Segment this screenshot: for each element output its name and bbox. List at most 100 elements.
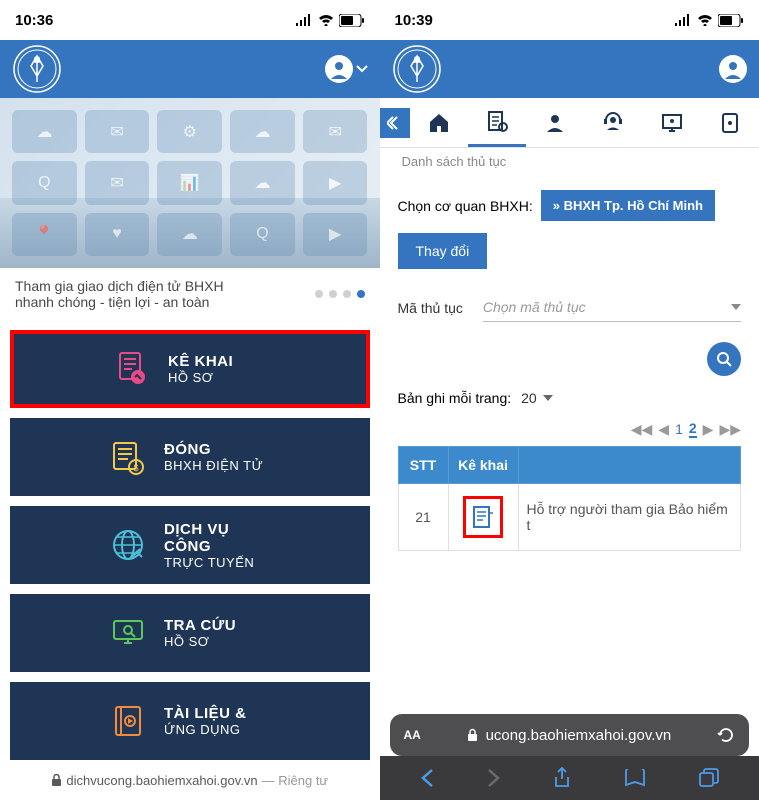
signal-icon (295, 14, 313, 26)
user-menu-button[interactable] (325, 55, 368, 83)
globe-icon (110, 527, 146, 563)
hero-line1: Tham gia giao dịch điện tử BHXH (15, 278, 224, 294)
pager-last[interactable]: ▶▶ (719, 421, 741, 438)
search-button[interactable] (707, 342, 741, 376)
nav-forward-icon[interactable] (487, 768, 501, 788)
pager-page-2[interactable]: 2 (689, 420, 697, 438)
procedures-table: STT Kê khai 21 Hỗ trợ người tham gia Bảo… (398, 446, 742, 551)
search-icon (716, 351, 732, 367)
tab-person[interactable] (526, 98, 584, 147)
carousel-dots[interactable] (315, 290, 365, 298)
declare-button[interactable] (463, 496, 503, 538)
user-icon (719, 55, 747, 83)
tile-tra-cuu[interactable]: TRA CỨUHỒ SƠ (10, 594, 370, 672)
bhxh-logo (392, 44, 442, 94)
monitor-icon (661, 112, 683, 134)
tab-support[interactable] (584, 98, 642, 147)
tab-bar (380, 98, 759, 148)
hero-line2: nhanh chóng - tiện lợi - an toàn (15, 294, 224, 310)
col-stt: STT (398, 447, 448, 484)
dropdown-icon (543, 395, 553, 401)
svg-text:$: $ (133, 463, 138, 473)
money-icon: $ (110, 439, 146, 475)
app-header (380, 40, 759, 98)
reload-icon[interactable] (717, 726, 735, 744)
tile-title: TRA CỨU (164, 617, 236, 634)
form-section: Chọn cơ quan BHXH: » BHXH Tp. Hồ Chí Min… (380, 175, 759, 566)
left-screen: 10:36 ☁✉⚙☁✉ Q✉📊☁▶ 📍♥☁Q▶ Tham gia giao dị… (0, 0, 380, 800)
pager-prev[interactable]: ◀ (658, 421, 669, 438)
lock-icon (51, 774, 62, 787)
tile-sub: BHXH ĐIỆN TỬ (164, 458, 263, 473)
tab-monitor[interactable] (643, 98, 701, 147)
tile-ke-khai[interactable]: KÊ KHAIHỒ SƠ (10, 330, 370, 408)
tab-home[interactable] (410, 98, 468, 147)
safari-toolbar (380, 756, 759, 800)
url-text: dichvucong.baohiemxahoi.gov.vn (66, 773, 257, 788)
wifi-icon (697, 14, 713, 26)
code-select[interactable]: Chọn mã thủ tục (483, 293, 741, 322)
tabs-icon[interactable] (699, 768, 719, 788)
status-bar: 10:36 (0, 0, 380, 40)
table-row: 21 Hỗ trợ người tham gia Bảo hiểm t (398, 484, 741, 551)
status-time: 10:36 (15, 12, 53, 29)
page-label: Bản ghi mỗi trang: (398, 390, 512, 406)
pager: ◀◀ ◀ 1 2 ▶ ▶▶ (398, 420, 742, 438)
hero-banner[interactable]: ☁✉⚙☁✉ Q✉📊☁▶ 📍♥☁Q▶ (0, 98, 380, 268)
document-icon (472, 505, 494, 529)
safari-url-bar[interactable]: AA ucong.baohiemxahoi.gov.vn (390, 714, 750, 756)
status-time: 10:39 (395, 12, 433, 29)
share-icon[interactable] (553, 767, 571, 789)
tile-tai-lieu[interactable]: TÀI LIỆU &ỨNG DỤNG (10, 682, 370, 760)
change-button[interactable]: Thay đổi (398, 233, 488, 269)
person-icon (544, 112, 566, 134)
code-placeholder: Chọn mã thủ tục (483, 299, 586, 315)
status-right (295, 14, 365, 27)
chevron-down-icon (356, 65, 368, 73)
cell-stt: 21 (398, 484, 448, 551)
tile-title: DỊCH VỤ CÔNG (164, 521, 270, 555)
tile-dong[interactable]: $ ĐÓNGBHXH ĐIỆN TỬ (10, 418, 370, 496)
tile-dich-vu[interactable]: DỊCH VỤ CÔNGTRỰC TUYẾN (10, 506, 370, 584)
url-priv: — Riêng tư (262, 773, 329, 788)
form-icon (114, 351, 150, 387)
url-text: ucong.baohiemxahoi.gov.vn (486, 727, 672, 744)
pager-next[interactable]: ▶ (703, 421, 714, 438)
cell-kekhai (448, 484, 518, 551)
cell-desc: Hỗ trợ người tham gia Bảo hiểm t (518, 484, 741, 551)
col-kekhai: Kê khai (448, 447, 518, 484)
pager-first[interactable]: ◀◀ (631, 421, 653, 438)
address-bar[interactable]: dichvucong.baohiemxahoi.gov.vn — Riêng t… (0, 760, 380, 800)
agency-label: Chọn cơ quan BHXH: (398, 198, 533, 214)
breadcrumb: Danh sách thủ tục (380, 148, 759, 175)
user-menu-button[interactable] (719, 55, 747, 83)
user-icon (325, 55, 353, 83)
nav-back-icon[interactable] (420, 768, 434, 788)
agency-value-button[interactable]: » BHXH Tp. Hồ Chí Minh (541, 190, 715, 221)
pager-page-1[interactable]: 1 (675, 421, 683, 437)
lock-icon (467, 728, 478, 742)
device-icon (721, 112, 739, 134)
text-size-button[interactable]: AA (404, 728, 421, 742)
app-header (0, 40, 380, 98)
tile-title: KÊ KHAI (168, 353, 233, 370)
bookmarks-icon[interactable] (624, 769, 646, 787)
tile-title: TÀI LIỆU & (164, 705, 247, 722)
back-icon (387, 115, 403, 131)
col-desc (518, 447, 741, 484)
tab-documents[interactable] (468, 98, 526, 147)
signal-icon (674, 14, 692, 26)
book-icon (110, 703, 146, 739)
status-right (674, 14, 744, 27)
screen-icon (110, 615, 146, 651)
back-button[interactable] (380, 108, 410, 138)
wifi-icon (318, 14, 334, 26)
hero-caption: Tham gia giao dịch điện tử BHXH nhanh ch… (0, 268, 380, 320)
home-icon (428, 112, 450, 134)
page-size-select[interactable]: 20 (521, 390, 553, 406)
status-bar: 10:39 (380, 0, 759, 40)
tab-device[interactable] (701, 98, 759, 147)
code-label: Mã thủ tục (398, 300, 463, 316)
tiles-list: KÊ KHAIHỒ SƠ $ ĐÓNGBHXH ĐIỆN TỬ DỊCH VỤ … (0, 320, 380, 780)
dropdown-icon (731, 304, 741, 310)
